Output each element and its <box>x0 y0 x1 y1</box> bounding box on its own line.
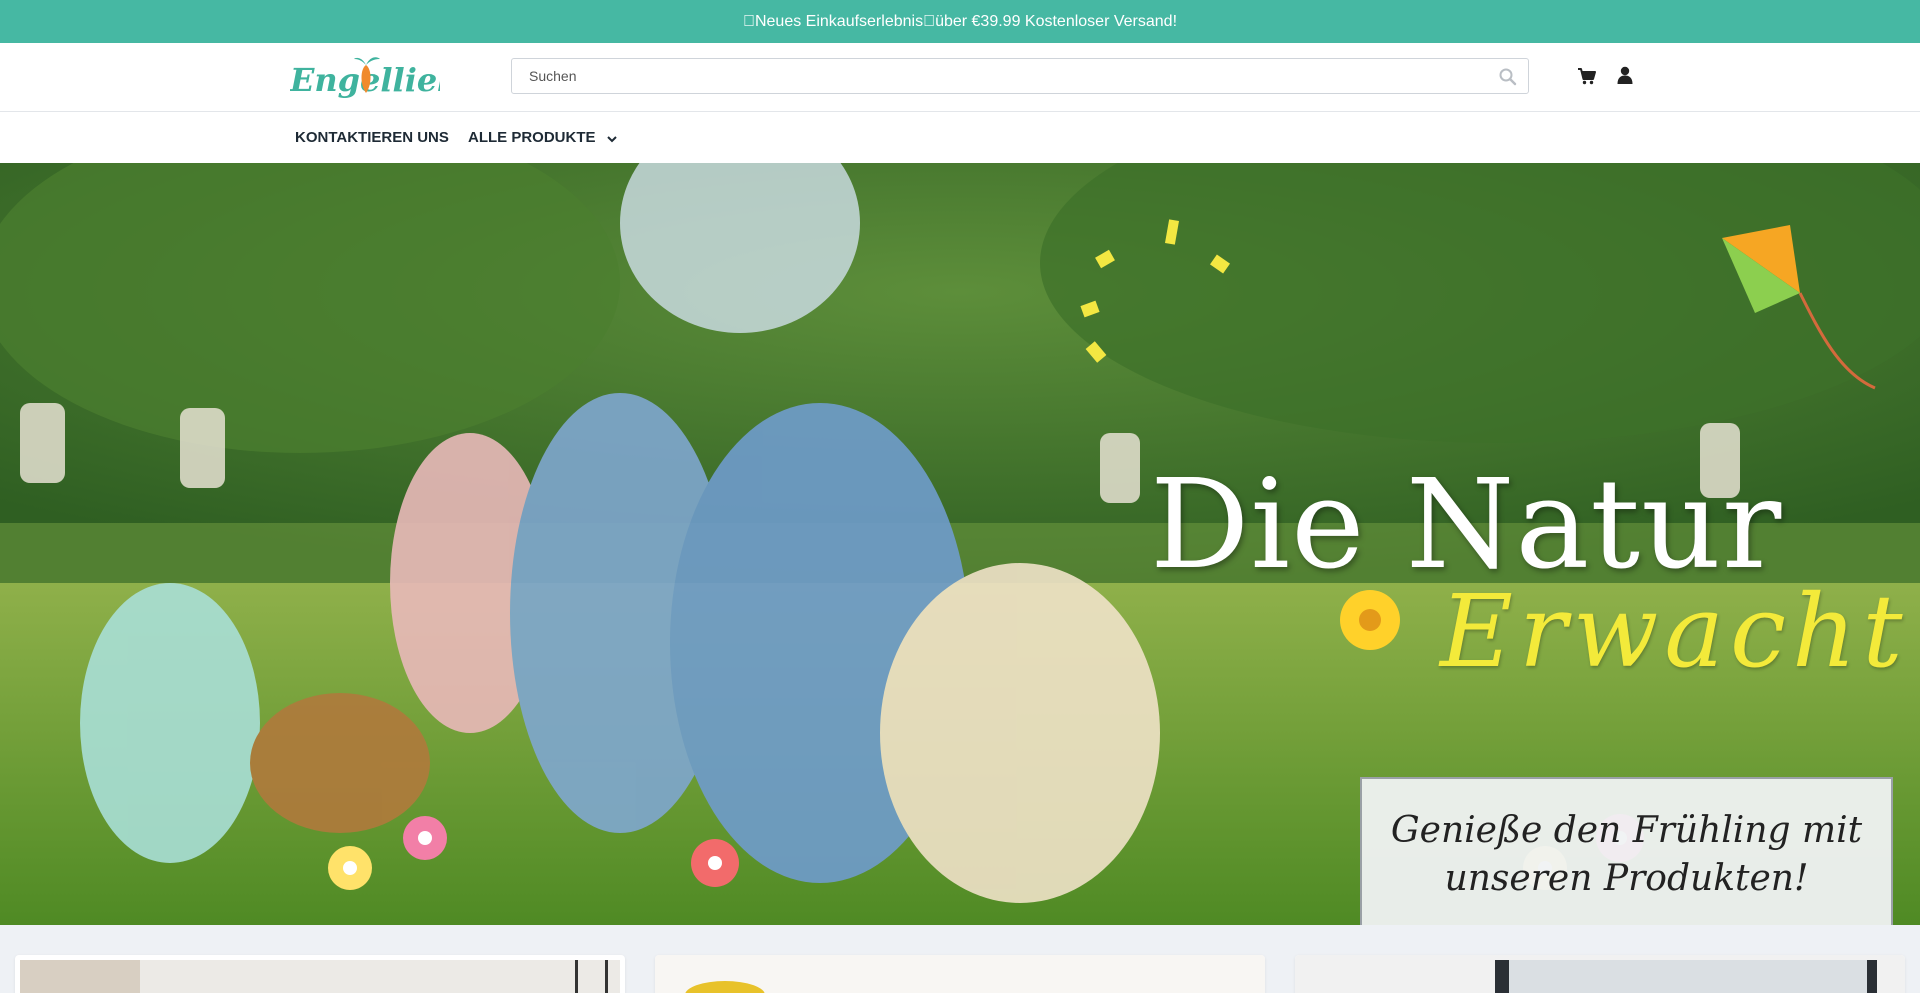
site-header: Engelliebe <box>0 43 1920 112</box>
main-nav: KONTAKTIEREN UNS ALLE PRODUKTE <box>0 112 1920 163</box>
product-cards-row <box>0 925 1920 993</box>
cart-icon[interactable] <box>1577 66 1597 86</box>
hero-subtitle-box: Genieße den Frühling mit unseren Produkt… <box>1360 777 1893 925</box>
product-card-image <box>655 955 1265 993</box>
product-card-image <box>1295 955 1905 993</box>
hero-banner[interactable]: Die Natur Erwacht Genieße den Frühling m… <box>0 163 1920 925</box>
product-card-image <box>20 960 620 993</box>
announcement-text:  Neues Einkaufserlebnis über €39.99 Kost… <box>742 12 1178 30</box>
product-card[interactable] <box>655 955 1265 993</box>
user-icon[interactable] <box>1615 65 1635 85</box>
nav-item-label: ALLE PRODUKTE <box>468 129 596 146</box>
search-input[interactable] <box>512 59 1472 93</box>
nav-item-contact[interactable]: KONTAKTIEREN UNS <box>295 129 449 146</box>
search-box <box>511 58 1529 94</box>
product-card[interactable] <box>1295 955 1905 993</box>
hero-script-title: Erwacht <box>1440 573 1909 690</box>
product-card[interactable] <box>15 955 625 993</box>
logo-graphic: Engelliebe <box>290 57 440 99</box>
chevron-down-icon <box>606 130 617 147</box>
site-logo[interactable]: Engelliebe <box>290 51 440 105</box>
announcement-bar:  Neues Einkaufserlebnis über €39.99 Kost… <box>0 0 1920 43</box>
hero-subtitle: Genieße den Frühling mit unseren Produkt… <box>1390 809 1863 899</box>
nav-item-all-products[interactable]: ALLE PRODUKTE <box>468 129 617 147</box>
search-icon[interactable] <box>1498 67 1518 87</box>
nav-item-label: KONTAKTIEREN UNS <box>295 129 449 146</box>
